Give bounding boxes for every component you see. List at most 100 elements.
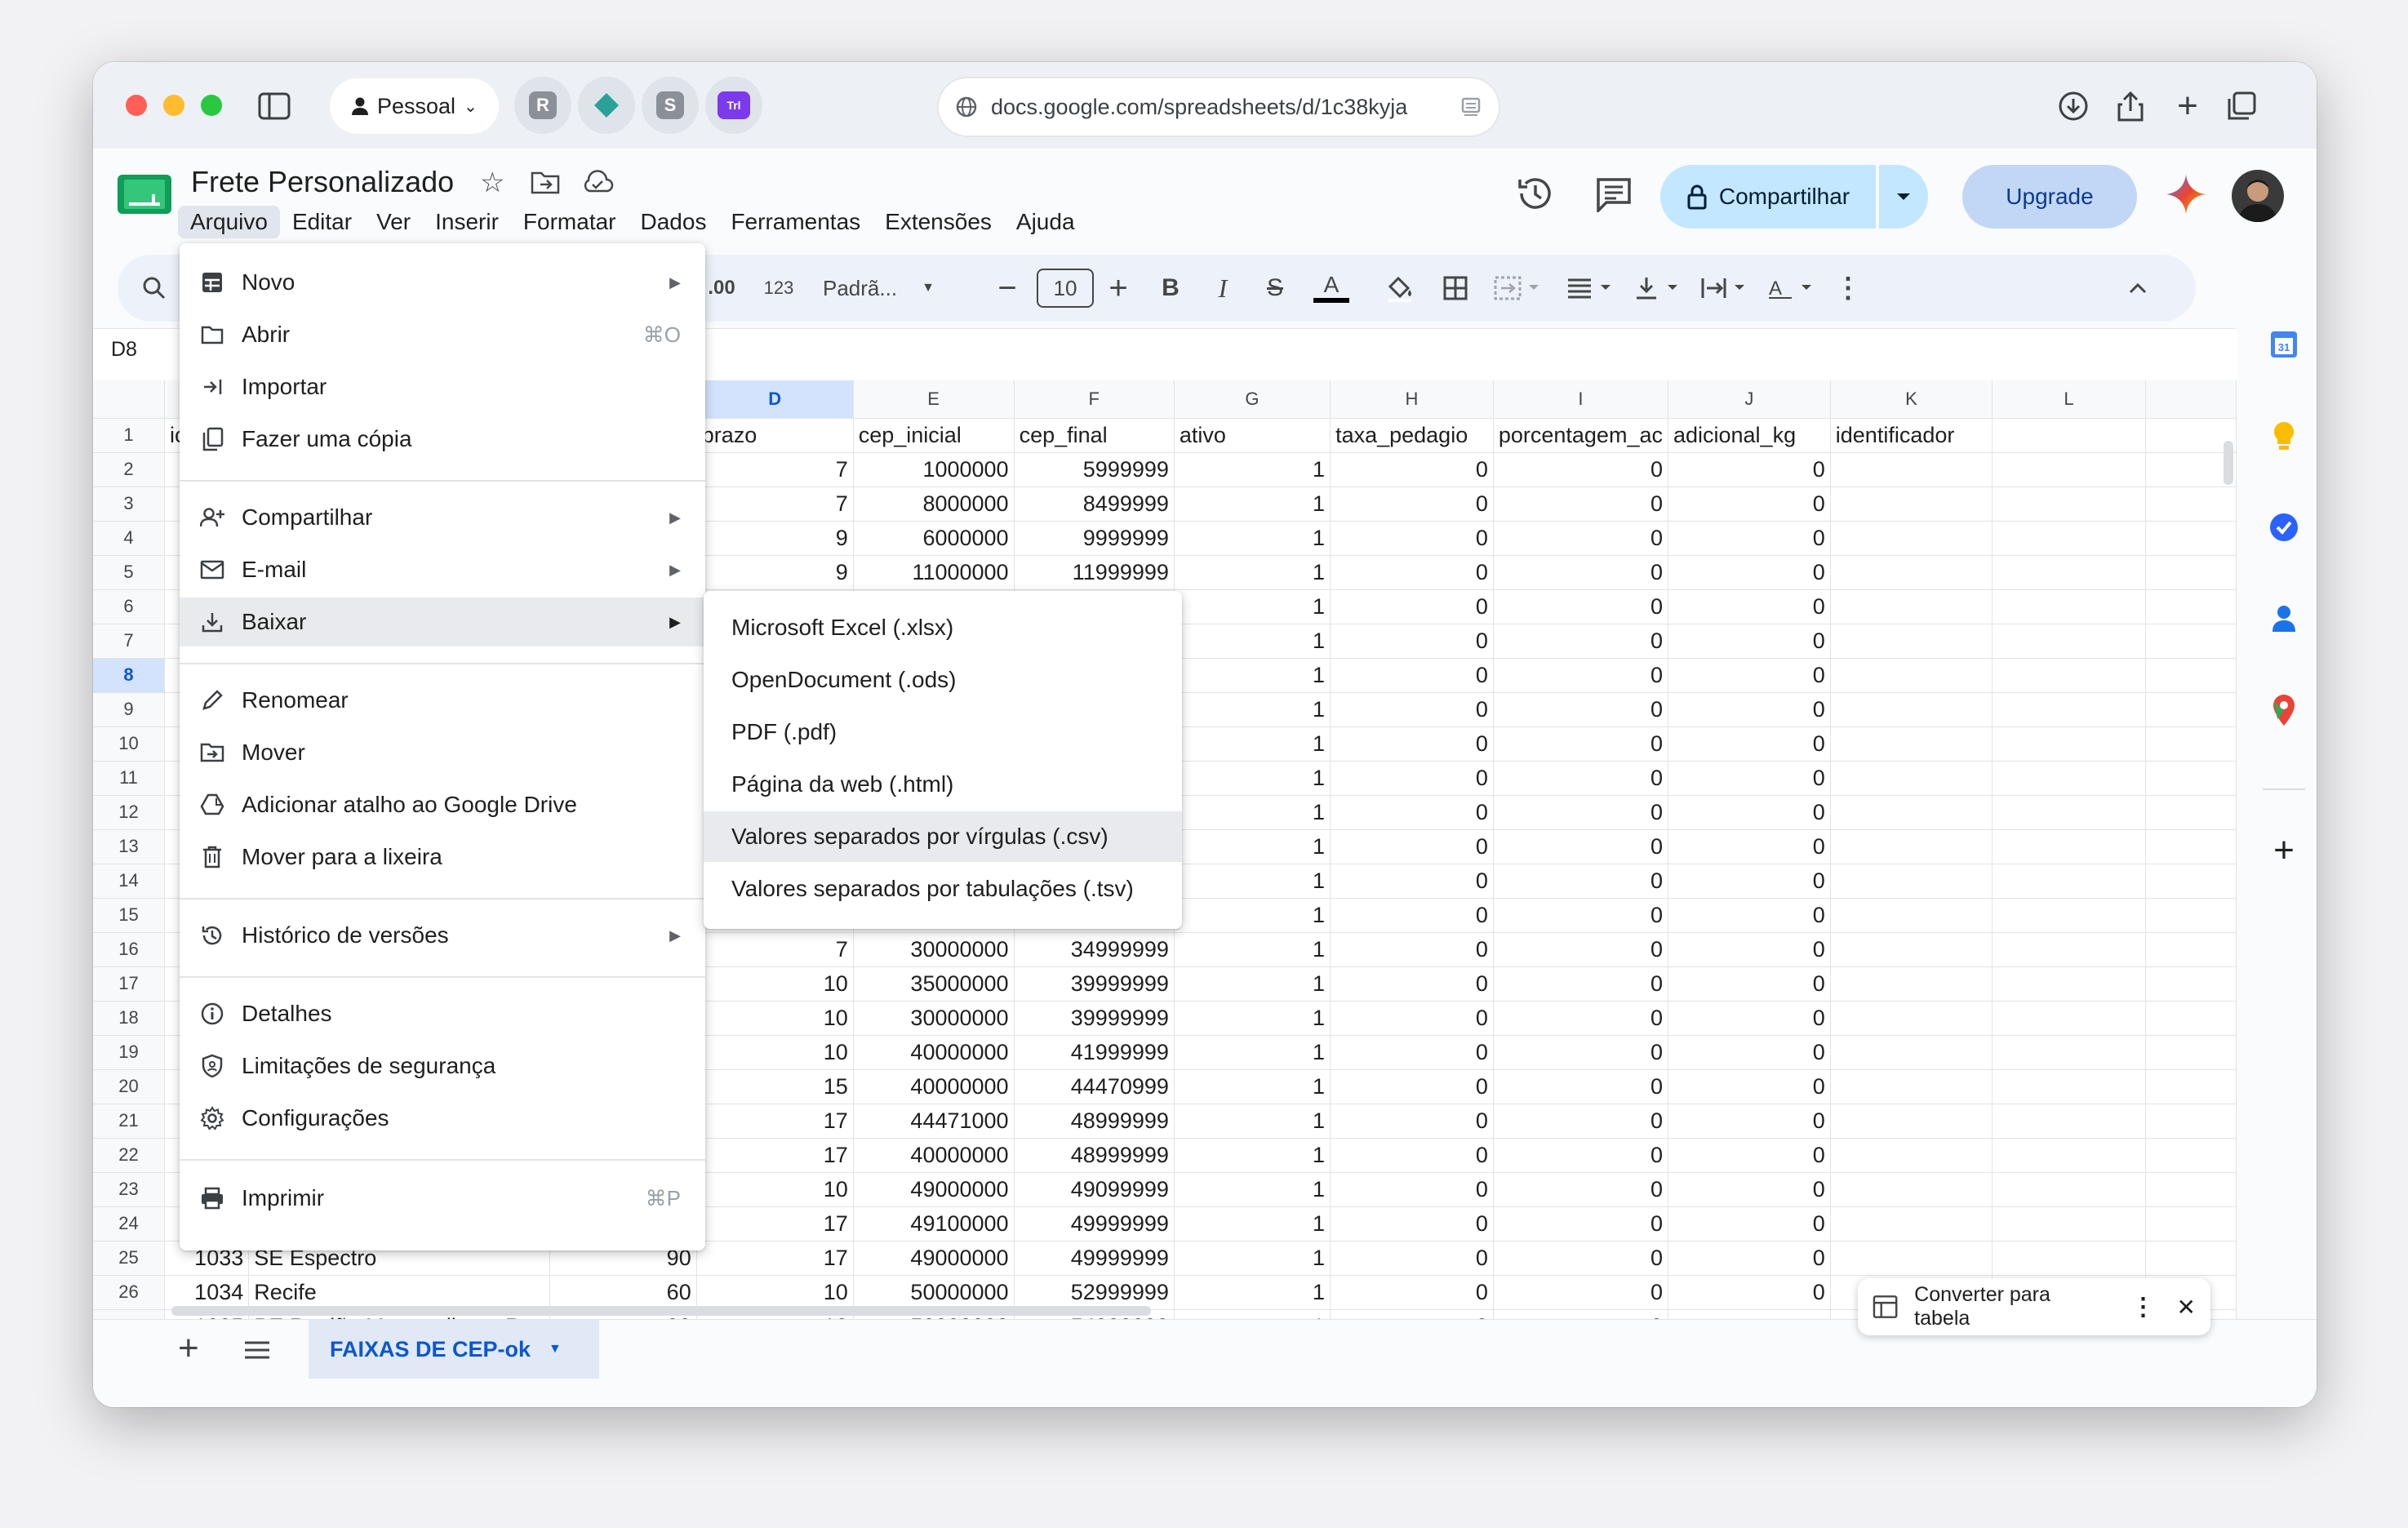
cell[interactable]: 0 [1330, 1206, 1494, 1242]
cell[interactable]: 1 [1174, 898, 1331, 933]
cell[interactable]: 0 [1493, 864, 1668, 899]
cell[interactable] [1992, 418, 2146, 453]
cell[interactable]: 0 [1668, 864, 1831, 899]
cell[interactable] [1992, 1104, 2146, 1139]
cell[interactable] [1830, 1069, 1993, 1104]
cell[interactable]: 0 [1330, 1172, 1494, 1207]
cloud-status-icon[interactable] [581, 170, 614, 198]
cell[interactable]: 17 [696, 1104, 854, 1139]
download-csv-item[interactable]: Valores separados por vírgulas (.csv) [704, 811, 1182, 862]
cell[interactable] [1830, 452, 1993, 487]
cell[interactable]: 1000000 [853, 452, 1015, 487]
cell[interactable] [1830, 624, 1993, 659]
extension-s[interactable]: S [642, 77, 699, 134]
cell[interactable]: 8000000 [853, 486, 1015, 522]
cell[interactable] [1992, 1035, 2146, 1070]
cell[interactable]: 0 [1330, 1138, 1494, 1173]
sidebar-toggle-icon[interactable] [253, 85, 295, 127]
vertical-align-icon[interactable] [1629, 268, 1686, 309]
row-header[interactable]: 10 [93, 726, 165, 762]
cell[interactable]: 30000000 [853, 932, 1015, 967]
cell[interactable]: 39999999 [1014, 966, 1175, 1002]
cell[interactable]: 17 [696, 1241, 854, 1276]
cell[interactable]: 0 [1493, 795, 1668, 830]
avatar[interactable] [2232, 170, 2284, 222]
menu-item-importar[interactable]: Importar [180, 362, 705, 411]
share-button[interactable]: Compartilhar [1660, 165, 1876, 229]
row-header[interactable]: 13 [93, 829, 165, 864]
cell[interactable]: 49000000 [853, 1172, 1015, 1207]
cell[interactable] [1992, 452, 2146, 487]
cell[interactable]: 0 [1493, 452, 1668, 487]
cell[interactable]: 0 [1668, 555, 1831, 590]
cell[interactable] [1830, 795, 1993, 830]
cell[interactable]: 1 [1174, 966, 1331, 1002]
cell[interactable]: 1 [1174, 452, 1331, 487]
document-title[interactable]: Frete Personalizado [191, 165, 454, 199]
cell[interactable]: 0 [1668, 1035, 1831, 1070]
cell[interactable]: 0 [1330, 555, 1494, 590]
row-header[interactable]: 5 [93, 555, 165, 590]
cell[interactable]: 0 [1493, 1069, 1668, 1104]
cell[interactable]: 1 [1174, 932, 1331, 967]
row-header[interactable]: 17 [93, 966, 165, 1002]
cell[interactable]: 1 [1174, 1241, 1331, 1276]
font-family-select[interactable]: Padrã... ▼ [823, 268, 970, 309]
cell[interactable]: 15 [696, 1069, 854, 1104]
menu-ferramentas[interactable]: Ferramentas [718, 206, 873, 238]
cell[interactable]: 10 [696, 1001, 854, 1036]
cell[interactable]: 6000000 [853, 521, 1015, 556]
row-header[interactable]: 2 [93, 452, 165, 487]
cell[interactable]: 0 [1668, 452, 1831, 487]
share-page-icon[interactable] [2109, 85, 2152, 127]
row-header[interactable]: 18 [93, 1001, 165, 1036]
cell[interactable]: 0 [1668, 692, 1831, 727]
cell[interactable]: 0 [1493, 726, 1668, 762]
cell[interactable] [1830, 1172, 1993, 1207]
cell[interactable]: 0 [1493, 1275, 1668, 1310]
cell[interactable]: 0 [1493, 555, 1668, 590]
cell[interactable]: 0 [1668, 966, 1831, 1002]
cell[interactable] [1830, 864, 1993, 899]
row-header[interactable]: 19 [93, 1035, 165, 1070]
downloads-icon[interactable] [2052, 85, 2095, 127]
cell[interactable]: prazo [696, 418, 854, 453]
cell[interactable]: 40000000 [853, 1138, 1015, 1173]
menu-item-fazer-copia[interactable]: Fazer uma cópia [180, 415, 705, 464]
cell[interactable]: 0 [1330, 932, 1494, 967]
cell[interactable]: 17 [696, 1206, 854, 1242]
cell[interactable]: 0 [1330, 829, 1494, 864]
cell[interactable] [1992, 932, 2146, 967]
cell[interactable] [1830, 1138, 1993, 1173]
comments-icon[interactable] [1595, 176, 1633, 216]
cell[interactable]: 0 [1668, 1138, 1831, 1173]
cell[interactable]: 11000000 [853, 555, 1015, 590]
cell[interactable]: 48999999 [1014, 1138, 1175, 1173]
row-header[interactable]: 12 [93, 795, 165, 830]
cell[interactable] [1992, 624, 2146, 659]
cell[interactable]: porcentagem_ac [1493, 418, 1668, 453]
menu-item-compartilhar[interactable]: Compartilhar ▶ [180, 493, 705, 542]
cell[interactable]: 0 [1493, 692, 1668, 727]
row-header[interactable]: 20 [93, 1069, 165, 1104]
cell[interactable]: 0 [1493, 1241, 1668, 1276]
cell[interactable]: 1 [1174, 555, 1331, 590]
cell[interactable]: 10 [696, 1172, 854, 1207]
menu-item-novo[interactable]: Novo ▶ [180, 258, 705, 307]
more-formats-button[interactable]: 123 [754, 268, 803, 309]
cell[interactable] [1992, 795, 2146, 830]
menu-ajuda[interactable]: Ajuda [1004, 206, 1087, 238]
cell[interactable]: 49000000 [853, 1241, 1015, 1276]
extension-r[interactable]: R [514, 77, 571, 134]
cell[interactable] [1992, 1001, 2146, 1036]
cell[interactable]: 1 [1174, 692, 1331, 727]
cell[interactable]: identificador [1830, 418, 1993, 453]
cell[interactable]: 1 [1174, 829, 1331, 864]
menu-item-adicionar-atalho[interactable]: Adicionar atalho ao Google Drive [180, 780, 705, 829]
column-header-l[interactable]: L [1992, 380, 2146, 419]
row-header[interactable]: 7 [93, 624, 165, 659]
cell[interactable] [1830, 1206, 1993, 1242]
menu-item-abrir[interactable]: Abrir ⌘O [180, 310, 705, 359]
merge-cells-icon[interactable] [1489, 268, 1546, 309]
cell[interactable]: 1 [1174, 1001, 1331, 1036]
